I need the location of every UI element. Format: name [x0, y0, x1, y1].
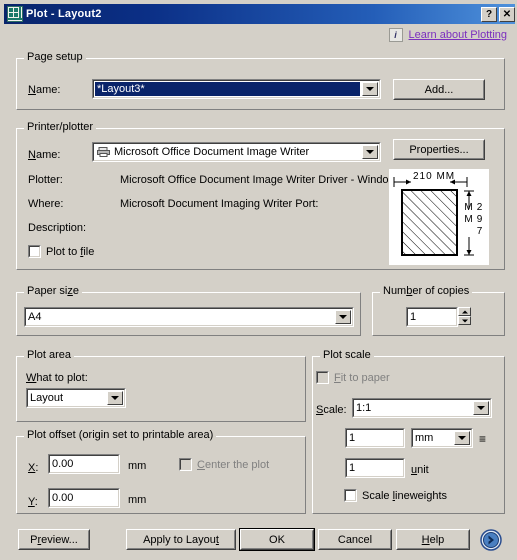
copies-spinner[interactable]	[458, 307, 471, 327]
paper-size-combo[interactable]: A4	[24, 307, 354, 327]
ok-button-label: OK	[269, 533, 285, 546]
center-the-plot-label: Center the plot	[197, 458, 270, 471]
scale-lineweights-row[interactable]: Scale lineweights	[344, 489, 447, 502]
chevron-down-icon[interactable]	[335, 310, 351, 324]
window-title: Plot - Layout2	[26, 8, 102, 20]
chevron-down-icon[interactable]	[454, 431, 470, 445]
info-icon[interactable]: i	[388, 28, 403, 42]
scale-denominator-input[interactable]: 1	[345, 458, 405, 478]
plotter-value: Microsoft Office Document Image Writer D…	[120, 174, 398, 186]
scale-numerator-value: 1	[349, 432, 356, 444]
ok-button[interactable]: OK	[239, 528, 315, 551]
page-setup-name-value: *Layout3*	[95, 82, 360, 96]
scale-numerator-input[interactable]: 1	[345, 428, 405, 448]
what-to-plot-combo[interactable]: Layout	[26, 388, 126, 408]
paper-size-value: A4	[28, 311, 42, 323]
plot-dialog: Plot - Layout2 ? ✕ i Learn about Plottin…	[0, 0, 517, 560]
learn-about-plotting-row: i Learn about Plotting	[388, 28, 507, 42]
offset-y-label: Y:	[28, 496, 38, 508]
scale-combo[interactable]: 1:1	[352, 398, 492, 418]
chevron-down-icon[interactable]	[362, 145, 378, 159]
page-setup-group-title: Page setup	[24, 51, 86, 63]
scale-label: Scale:	[316, 404, 347, 416]
fit-to-paper-checkbox	[316, 371, 329, 384]
chevron-down-icon[interactable]	[473, 401, 489, 415]
paper-preview: 210 MM 297 MM	[389, 169, 489, 265]
learn-about-plotting-link[interactable]: Learn about Plotting	[409, 29, 507, 41]
printer-icon	[97, 147, 110, 157]
scale-units-combo[interactable]: mm	[411, 428, 473, 448]
offset-y-value: 0.00	[52, 492, 74, 504]
scale-lineweights-checkbox[interactable]	[344, 489, 357, 502]
what-to-plot-value: Layout	[30, 392, 64, 404]
plot-to-file-label: Plot to file	[46, 245, 95, 258]
chevron-down-icon[interactable]	[107, 391, 123, 405]
apply-to-layout-button[interactable]: Apply to Layout	[126, 529, 236, 550]
page-setup-name-combo[interactable]: *Layout3*	[92, 79, 381, 99]
copies-spinner-up[interactable]	[458, 307, 471, 316]
center-the-plot-row: Center the plot	[179, 458, 269, 471]
offset-x-label: X:	[28, 462, 39, 474]
offset-x-input[interactable]: 0.00	[48, 454, 120, 474]
autocad-plot-icon	[7, 6, 23, 22]
copies-spinner-down[interactable]	[458, 316, 471, 325]
scale-denominator-value: 1	[349, 462, 356, 474]
plotter-label: Plotter:	[28, 174, 63, 186]
plot-offset-group-title: Plot offset (origin set to printable are…	[24, 429, 217, 441]
copies-value: 1	[410, 311, 417, 323]
scale-denominator-units: unit	[411, 464, 429, 476]
apply-to-layout-label: Apply to Layout	[143, 533, 219, 546]
properties-button-label: Properties...	[409, 143, 469, 156]
copies-input[interactable]: 1	[406, 307, 458, 327]
printer-plotter-group-title: Printer/plotter	[24, 121, 97, 133]
help-button[interactable]: Help	[396, 529, 470, 550]
close-button[interactable]: ✕	[499, 6, 515, 22]
offset-x-units: mm	[128, 460, 147, 472]
paper-size-group-title: Paper size	[24, 285, 82, 297]
fit-to-paper-label: Fit to paper	[334, 371, 390, 384]
help-button-label: Help	[421, 533, 445, 546]
where-label: Where:	[28, 198, 64, 210]
fit-to-paper-row: Fit to paper	[316, 371, 390, 384]
number-of-copies-group-title: Number of copies	[380, 285, 473, 297]
printer-name-label: Name:	[28, 149, 61, 161]
scale-units-value: mm	[415, 432, 434, 444]
help-titlebar-button[interactable]: ?	[481, 6, 497, 22]
preview-button-label: Preview...	[30, 533, 78, 546]
offset-y-units: mm	[128, 494, 147, 506]
plot-scale-group-title: Plot scale	[320, 349, 374, 361]
add-button-label: Add...	[424, 83, 454, 96]
printer-name-combo[interactable]: Microsoft Office Document Image Writer	[92, 142, 381, 162]
expand-arrow-icon[interactable]	[480, 529, 502, 551]
paper-width-dimension: 210 MM	[413, 171, 456, 182]
what-to-plot-label: What to plot:	[26, 372, 88, 384]
printer-properties-button[interactable]: Properties...	[393, 139, 485, 160]
page-setup-name-label: Name:	[28, 84, 61, 96]
add-page-setup-button[interactable]: Add...	[393, 79, 485, 100]
title-bar[interactable]: Plot - Layout2 ? ✕	[4, 4, 515, 24]
plot-to-file-row[interactable]: Plot to file	[28, 245, 94, 258]
scale-value: 1:1	[356, 402, 372, 414]
printer-name-value: Microsoft Office Document Image Writer	[114, 146, 310, 158]
plot-area-group-title: Plot area	[24, 349, 75, 361]
chevron-down-icon[interactable]	[362, 82, 378, 96]
cancel-button-label: Cancel	[337, 533, 373, 546]
where-value: Microsoft Document Imaging Writer Port:	[120, 198, 319, 210]
printer-name-value-wrap: Microsoft Office Document Image Writer	[93, 146, 362, 158]
offset-x-value: 0.00	[52, 458, 74, 470]
description-label: Description:	[28, 222, 87, 234]
paper-height-dimension: 297 MM	[463, 202, 485, 238]
scale-lineweights-label: Scale lineweights	[362, 489, 448, 502]
cancel-button[interactable]: Cancel	[318, 529, 392, 550]
equals-icon: ≡	[479, 432, 487, 446]
plot-to-file-checkbox[interactable]	[28, 245, 41, 258]
preview-button[interactable]: Preview...	[18, 529, 90, 550]
center-the-plot-checkbox	[179, 458, 192, 471]
offset-y-input[interactable]: 0.00	[48, 488, 120, 508]
